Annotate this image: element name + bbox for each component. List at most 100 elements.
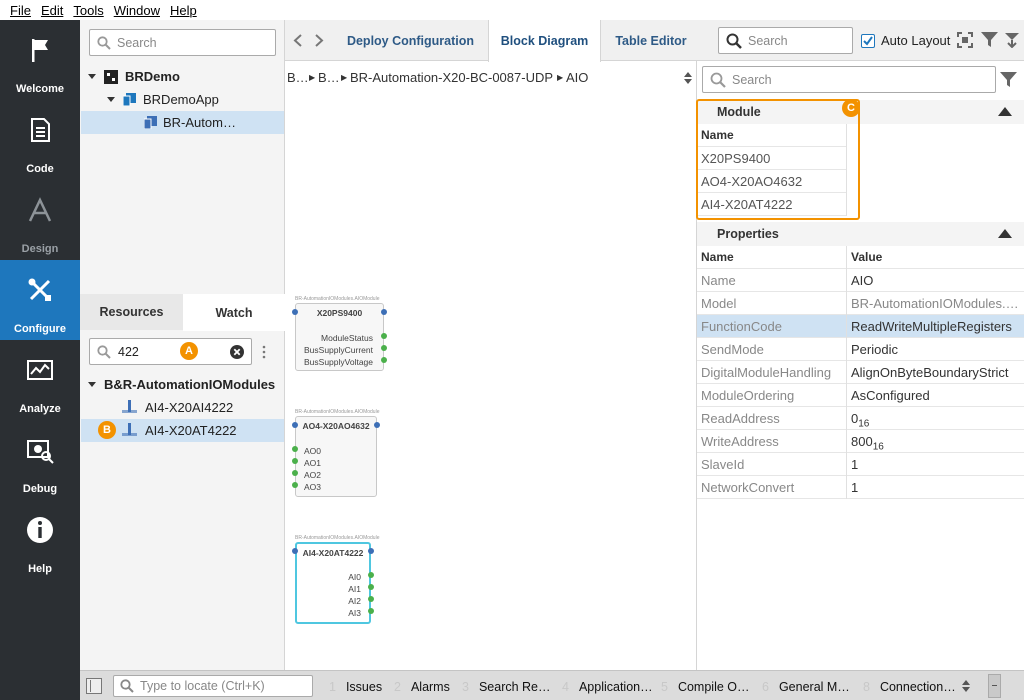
clear-icon[interactable] [230, 345, 244, 359]
more-options-icon[interactable] [261, 345, 267, 359]
block-port-label: AI3 [348, 608, 361, 618]
nav-design[interactable]: Design [0, 180, 80, 260]
forward-arrow-icon[interactable] [315, 34, 324, 47]
nav-debug[interactable]: Debug [0, 420, 80, 500]
status-connection[interactable]: 8 Connection… [863, 680, 956, 694]
block-port-label: AO2 [304, 470, 322, 480]
block-output-port[interactable] [381, 345, 387, 351]
block-output-port[interactable] [381, 309, 387, 315]
status-application[interactable]: 4 Application… [562, 680, 653, 694]
block-output-port[interactable] [374, 422, 380, 428]
sort-updown-icon[interactable] [962, 680, 970, 692]
tree-item-brdemo[interactable]: BRDemo [88, 65, 284, 88]
block-x20ps9400[interactable]: X20PS9400 ModuleStatus BusSupplyCurrent … [295, 303, 384, 371]
property-row-networkconvert[interactable]: NetworkConvert 1 [697, 476, 1024, 499]
block-input-port[interactable] [292, 446, 298, 452]
highlight-frame [696, 99, 860, 220]
back-arrow-icon[interactable] [293, 34, 302, 47]
property-value: ReadWriteMultipleRegisters [851, 319, 1012, 334]
tab-table-editor[interactable]: Table Editor [603, 20, 699, 61]
breadcrumb-item[interactable]: BR-Automation-X20-BC-0087-UDP [350, 70, 553, 85]
property-row-functioncode[interactable]: FunctionCode ReadWriteMultipleRegisters [697, 315, 1024, 338]
auto-layout-checkbox[interactable] [861, 34, 875, 48]
block-output-port[interactable] [381, 333, 387, 339]
chevron-down-icon [88, 74, 96, 79]
block-output-port[interactable] [368, 548, 374, 554]
resources-filter-input[interactable]: 422 [89, 338, 252, 365]
column-divider [846, 338, 847, 361]
block-port-label: ModuleStatus [321, 333, 373, 343]
tree-item-brdemoapp[interactable]: BRDemoApp [107, 88, 284, 111]
filter-icon[interactable] [981, 32, 998, 48]
block-input-port[interactable] [292, 309, 298, 315]
property-row-sendmode[interactable]: SendMode Periodic [697, 338, 1024, 361]
block-output-port[interactable] [368, 584, 374, 590]
property-name: ModuleOrdering [701, 388, 795, 403]
resource-group[interactable]: B&R-AutomationIOModules [88, 373, 284, 396]
fit-to-screen-icon[interactable] [957, 32, 973, 48]
left-nav: Welcome Code Design Configure Analyze De… [0, 20, 80, 700]
block-input-port[interactable] [292, 422, 298, 428]
collapse-icon[interactable] [1004, 32, 1020, 48]
tab-watch[interactable]: Watch [183, 295, 285, 331]
status-issues[interactable]: 1 Issues [329, 680, 382, 694]
collapse-up-icon[interactable] [998, 107, 1012, 116]
property-row-name[interactable]: Name AIO [697, 269, 1024, 292]
nav-configure[interactable]: Configure [0, 260, 80, 340]
tree-search-input[interactable]: Search [89, 29, 276, 56]
property-row-slaveid[interactable]: SlaveId 1 [697, 453, 1024, 476]
status-search-results[interactable]: 3 Search Re… [462, 680, 551, 694]
nav-configure-label: Configure [14, 323, 66, 335]
menu-file[interactable]: File [0, 3, 36, 18]
search-icon [710, 72, 726, 88]
sort-updown-icon[interactable] [684, 72, 692, 84]
diagram-search-input[interactable]: Search [718, 27, 853, 54]
breadcrumb-item[interactable]: B… [318, 70, 340, 85]
property-row-moduleordering[interactable]: ModuleOrdering AsConfigured [697, 384, 1024, 407]
status-general-messages[interactable]: 6 General M… [762, 680, 850, 694]
tree-item-br-automation[interactable]: BR-Autom… [81, 111, 284, 134]
block-output-port[interactable] [368, 608, 374, 614]
property-value-base: 16 [858, 418, 870, 430]
status-compile-output[interactable]: 5 Compile O… [661, 680, 750, 694]
menu-help[interactable]: Help [165, 3, 202, 18]
block-input-port[interactable] [292, 548, 298, 554]
property-row-digitalmodulehandling[interactable]: DigitalModuleHandling AlignOnByteBoundary… [697, 361, 1024, 384]
property-value: AIO [851, 273, 874, 288]
tab-resources[interactable]: Resources [80, 294, 183, 330]
filter-icon[interactable] [1000, 72, 1017, 88]
nav-code[interactable]: Code [0, 100, 80, 180]
menu-tools[interactable]: Tools [68, 3, 108, 18]
menu-bar: File Edit Tools Window Help [0, 0, 1024, 20]
block-output-port[interactable] [381, 357, 387, 363]
nav-analyze[interactable]: Analyze [0, 340, 80, 420]
block-ao4-x20ao4632[interactable]: AO4-X20AO4632 AO0 AO1 AO2 AO3 [295, 416, 377, 497]
properties-search-input[interactable]: Search [702, 66, 996, 93]
block-output-port[interactable] [368, 572, 374, 578]
block-input-port[interactable] [292, 482, 298, 488]
column-divider [846, 292, 847, 315]
breadcrumb-item[interactable]: B… [287, 70, 309, 85]
block-caption: BR-AutomationIOModules.AIOModule [295, 296, 380, 302]
properties-section-header[interactable]: Properties [697, 222, 1024, 246]
collapse-up-icon[interactable] [998, 229, 1012, 238]
minimize-panel-button[interactable] [988, 674, 1001, 698]
nav-welcome[interactable]: Welcome [0, 20, 80, 100]
property-row-writeaddress[interactable]: WriteAddress 80016 [697, 430, 1024, 453]
block-ai4-x20at4222[interactable]: AI4-X20AT4222 AI0 AI1 AI2 AI3 [295, 542, 371, 624]
nav-help[interactable]: Help [0, 500, 80, 580]
menu-window[interactable]: Window [109, 3, 165, 18]
block-output-port[interactable] [368, 596, 374, 602]
menu-edit[interactable]: Edit [36, 3, 68, 18]
block-input-port[interactable] [292, 470, 298, 476]
tab-deploy-configuration[interactable]: Deploy Configuration [337, 20, 484, 61]
tab-block-diagram[interactable]: Block Diagram [488, 20, 601, 62]
status-alarms[interactable]: 2 Alarms [394, 680, 450, 694]
property-row-model[interactable]: Model BR-AutomationIOModules.… [697, 292, 1024, 315]
property-row-readaddress[interactable]: ReadAddress 016 [697, 407, 1024, 430]
resource-item-ai4-x20ai4222[interactable]: AI4-X20AI4222 [122, 396, 284, 419]
breadcrumb-item[interactable]: AIO [566, 70, 588, 85]
block-input-port[interactable] [292, 458, 298, 464]
panel-toggle-icon[interactable] [86, 678, 102, 694]
locate-input[interactable]: Type to locate (Ctrl+K) [113, 675, 313, 697]
